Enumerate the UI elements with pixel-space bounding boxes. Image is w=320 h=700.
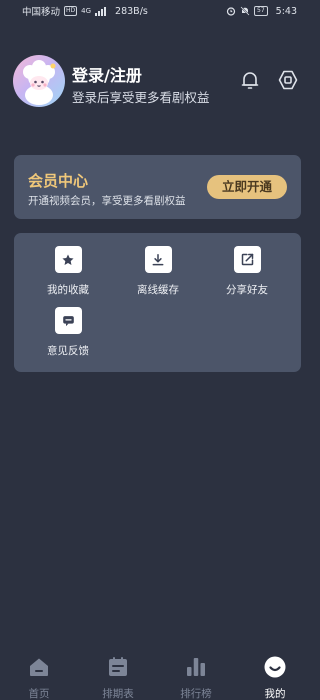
vip-center-card[interactable]: 会员中心 开通视频会员，享受更多看剧权益 立即开通 (14, 155, 301, 219)
profile-icon (264, 656, 286, 678)
profile-page: 中国移动 HD 4G 283B/s 57 5:43 登录/注册 登录后享受更多看… (0, 0, 315, 700)
vip-subtitle: 开通视频会员，享受更多看剧权益 (28, 195, 186, 207)
status-bar: 中国移动 HD 4G 283B/s 57 5:43 (0, 0, 315, 22)
hd-badge: HD (64, 6, 78, 16)
mute-icon (240, 6, 250, 16)
login-register-link[interactable]: 登录/注册 (72, 62, 142, 86)
battery-level: 57 (254, 6, 268, 16)
features-grid: 我的收藏 离线缓存 分享好友 意见反馈 (14, 233, 301, 372)
nav-label: 排期表 (102, 688, 134, 700)
feature-label: 分享好友 (226, 284, 268, 296)
star-icon (54, 246, 82, 273)
settings-icon[interactable] (276, 68, 300, 92)
feedback-icon (54, 307, 82, 334)
network-speed: 283B/s (115, 5, 148, 17)
share-icon (233, 246, 261, 273)
network-type: 4G (81, 7, 92, 15)
bell-icon[interactable] (238, 68, 262, 92)
activate-vip-button[interactable]: 立即开通 (207, 175, 287, 199)
nav-home[interactable]: 首页 (9, 655, 69, 700)
feature-offline-cache[interactable]: 离线缓存 (113, 246, 203, 297)
status-left: 中国移动 HD 4G 283B/s (22, 4, 148, 19)
alarm-icon (226, 7, 236, 16)
avatar[interactable] (13, 55, 65, 107)
nav-label: 我的 (264, 688, 286, 700)
carrier-name: 中国移动 (22, 7, 61, 18)
feature-feedback[interactable]: 意见反馈 (23, 307, 113, 358)
nav-schedule[interactable]: 排期表 (88, 655, 148, 700)
clock: 5:43 (275, 5, 297, 17)
signal-icon (95, 6, 107, 16)
avatar-mascot-icon (23, 60, 56, 105)
schedule-icon (109, 657, 127, 676)
vip-title: 会员中心 (28, 172, 89, 190)
ranking-icon (187, 658, 205, 676)
feature-label: 我的收藏 (47, 284, 89, 296)
nav-label: 排行榜 (180, 688, 212, 700)
nav-ranking[interactable]: 排行榜 (166, 655, 226, 700)
feature-label: 意见反馈 (47, 345, 89, 357)
feature-favorites[interactable]: 我的收藏 (23, 246, 113, 297)
login-hint: 登录后享受更多看剧权益 (72, 90, 210, 105)
nav-label: 首页 (28, 688, 50, 700)
nav-mine[interactable]: 我的 (245, 655, 305, 700)
feature-share[interactable]: 分享好友 (202, 246, 292, 297)
status-right: 57 5:43 (226, 6, 297, 17)
download-icon (144, 246, 172, 273)
bottom-nav: 首页 排期表 排行榜 我的 (0, 650, 315, 700)
profile-header: 登录/注册 登录后享受更多看剧权益 (13, 55, 303, 111)
home-icon (30, 658, 48, 676)
feature-label: 离线缓存 (137, 284, 179, 296)
